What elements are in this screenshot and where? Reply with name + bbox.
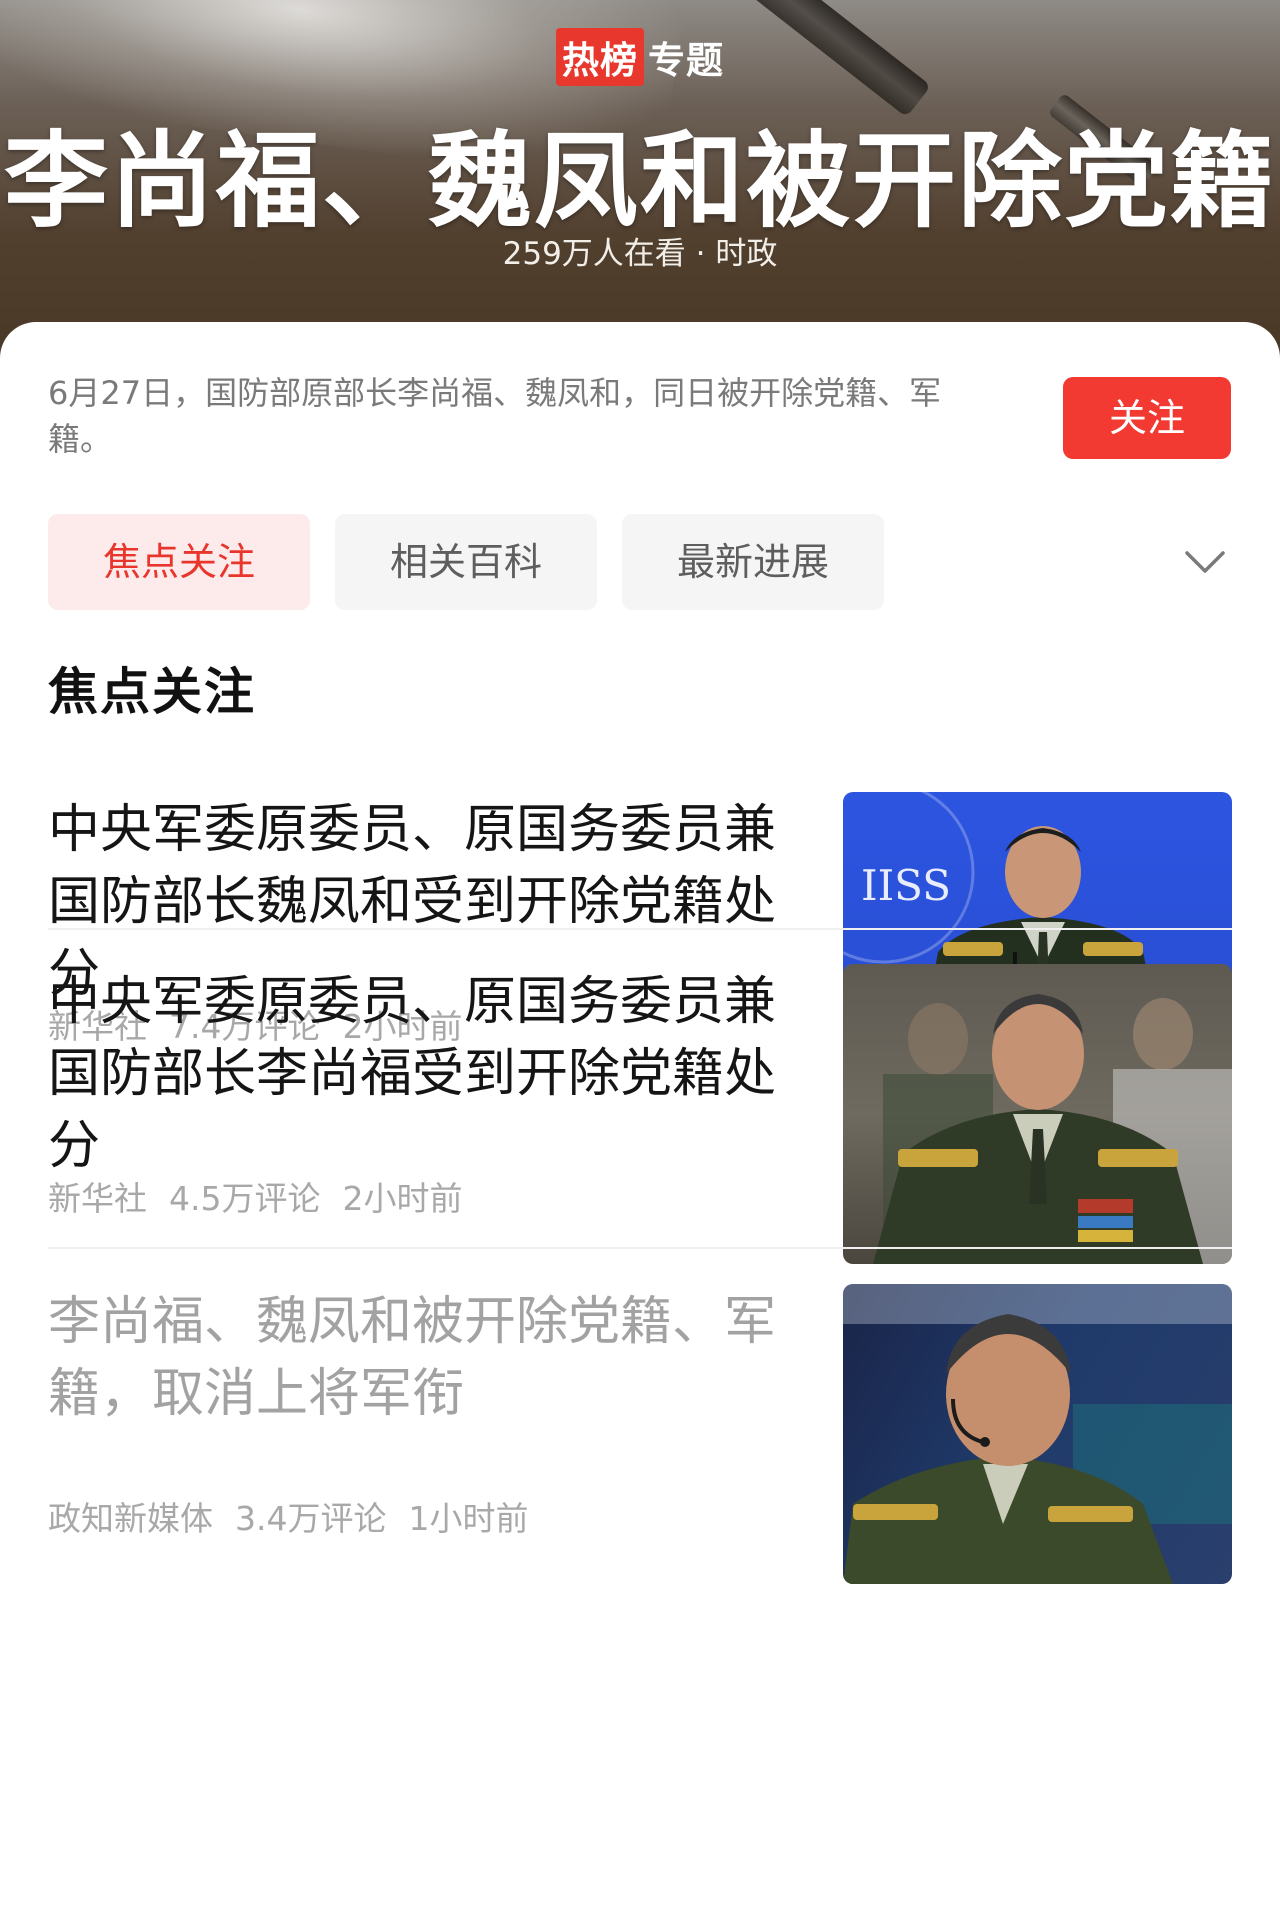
photo-officer-portrait-icon xyxy=(873,994,1232,1264)
article-thumbnail[interactable] xyxy=(843,964,1232,1264)
topic-title: 李尚福、魏凤和被开除党籍 xyxy=(3,119,1276,242)
photo-officer-microphone-icon xyxy=(843,1284,1232,1584)
tab-latest[interactable]: 最新进展 xyxy=(622,514,884,610)
article-time: 2小时前 xyxy=(342,1179,463,1218)
article-comments: 4.5万评论 xyxy=(169,1179,321,1218)
content-card: 6月27日，国防部原部长李尚福、魏凤和，同日被开除党籍、军籍。 关注 焦点关注 … xyxy=(0,322,1280,1927)
article-thumbnail[interactable] xyxy=(843,1284,1232,1584)
chevron-down-icon[interactable] xyxy=(1181,539,1229,587)
topic-tag: 专题 xyxy=(648,39,724,82)
article-title[interactable]: 中央军委原委员、原国务委员兼国防部长李尚福受到开除党籍处分 xyxy=(48,966,788,1182)
article-title[interactable]: 李尚福、魏凤和被开除党籍、军籍，取消上将军衔 xyxy=(48,1286,788,1430)
article-comments: 3.4万评论 xyxy=(235,1499,387,1538)
tab-encyclopedia[interactable]: 相关百科 xyxy=(335,514,597,610)
topic-subtitle: 259万人在看 · 时政 xyxy=(502,236,778,272)
article-source: 政知新媒体 xyxy=(48,1499,213,1538)
article-item[interactable]: 中央军委原委员、原国务委员兼国防部长李尚福受到开除党籍处分 新华社 4.5万评论 2… xyxy=(48,964,1232,1264)
follow-button[interactable]: 关注 xyxy=(1063,377,1231,459)
hot-list-tag: 热榜 xyxy=(556,28,644,86)
section-title: 焦点关注 xyxy=(48,663,256,721)
article-source: 新华社 xyxy=(48,1179,147,1218)
topic-description: 6月27日，国防部原部长李尚福、魏凤和，同日被开除党籍、军籍。 xyxy=(48,374,942,458)
thumbnail-caption: IISS xyxy=(861,861,951,910)
article-item[interactable]: 李尚福、魏凤和被开除党籍、军籍，取消上将军衔 政知新媒体 3.4万评论 1小时前 xyxy=(48,1284,1232,1584)
divider xyxy=(48,928,1232,930)
article-time: 1小时前 xyxy=(408,1499,529,1538)
hot-topic-badge: 热榜 专题 xyxy=(0,28,1280,86)
topic-page: 热榜 专题 李尚福、魏凤和被开除党籍 259万人在看 · 时政 6月27日，国防部… xyxy=(0,0,1280,1927)
article-meta: 新华社 4.5万评论 2小时前 xyxy=(48,1172,484,1220)
divider xyxy=(48,1247,1232,1249)
tab-focus[interactable]: 焦点关注 xyxy=(48,514,310,610)
topic-tabs: 焦点关注 相关百科 最新进展 xyxy=(48,514,1232,610)
topic-header: 热榜 专题 李尚福、魏凤和被开除党籍 259万人在看 · 时政 xyxy=(0,0,1280,360)
article-meta: 政知新媒体 3.4万评论 1小时前 xyxy=(48,1492,550,1540)
